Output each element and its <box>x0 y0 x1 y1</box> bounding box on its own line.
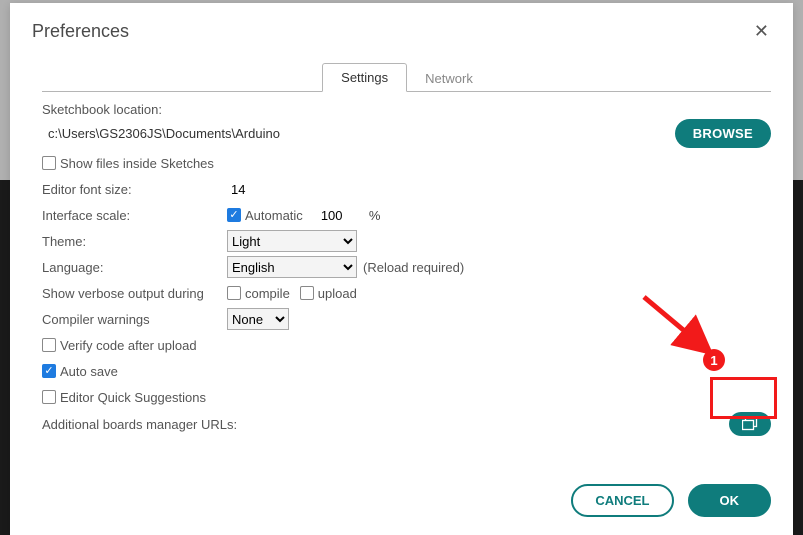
interface-scale-input[interactable] <box>317 204 365 226</box>
preferences-dialog: Preferences ✕ Settings Network Sketchboo… <box>10 3 793 535</box>
show-files-inside-label: Show files inside Sketches <box>60 156 214 171</box>
quick-suggestions-label: Editor Quick Suggestions <box>60 390 206 405</box>
show-files-inside-checkbox[interactable] <box>42 156 56 170</box>
additional-urls-label: Additional boards manager URLs: <box>42 417 244 432</box>
interface-scale-label: Interface scale: <box>42 208 227 223</box>
verify-after-upload-checkbox[interactable] <box>42 338 56 352</box>
tab-settings[interactable]: Settings <box>322 63 407 92</box>
verbose-compile-label: compile <box>245 286 290 301</box>
auto-save-checkbox[interactable] <box>42 364 56 378</box>
additional-urls-expand-button[interactable] <box>729 412 771 436</box>
tab-network[interactable]: Network <box>407 65 491 92</box>
browse-button[interactable]: BROWSE <box>675 119 771 148</box>
annotation-badge: 1 <box>703 349 725 371</box>
ok-button[interactable]: OK <box>688 484 772 517</box>
verbose-compile-checkbox[interactable] <box>227 286 241 300</box>
interface-scale-auto-checkbox[interactable] <box>227 208 241 222</box>
sketchbook-location-label: Sketchbook location: <box>42 102 771 117</box>
tabs: Settings Network <box>42 62 771 92</box>
sketchbook-location-input[interactable] <box>42 123 667 145</box>
compiler-warnings-label: Compiler warnings <box>42 312 227 327</box>
interface-scale-auto-label: Automatic <box>245 208 303 223</box>
verbose-output-label: Show verbose output during <box>42 286 227 301</box>
verbose-upload-label: upload <box>318 286 357 301</box>
close-icon[interactable]: ✕ <box>750 17 773 46</box>
auto-save-label: Auto save <box>60 364 118 379</box>
cancel-button[interactable]: CANCEL <box>571 484 673 517</box>
dialog-title: Preferences <box>32 21 129 42</box>
editor-font-size-input[interactable] <box>227 178 275 200</box>
language-label: Language: <box>42 260 227 275</box>
quick-suggestions-checkbox[interactable] <box>42 390 56 404</box>
interface-scale-unit: % <box>369 208 381 223</box>
theme-label: Theme: <box>42 234 227 249</box>
theme-select[interactable]: Light <box>227 230 357 252</box>
reload-required-label: (Reload required) <box>363 260 464 275</box>
verify-after-upload-label: Verify code after upload <box>60 338 197 353</box>
editor-font-size-label: Editor font size: <box>42 182 227 197</box>
expand-window-icon <box>742 417 758 431</box>
additional-urls-input[interactable] <box>250 412 723 436</box>
compiler-warnings-select[interactable]: None <box>227 308 289 330</box>
verbose-upload-checkbox[interactable] <box>300 286 314 300</box>
language-select[interactable]: English <box>227 256 357 278</box>
